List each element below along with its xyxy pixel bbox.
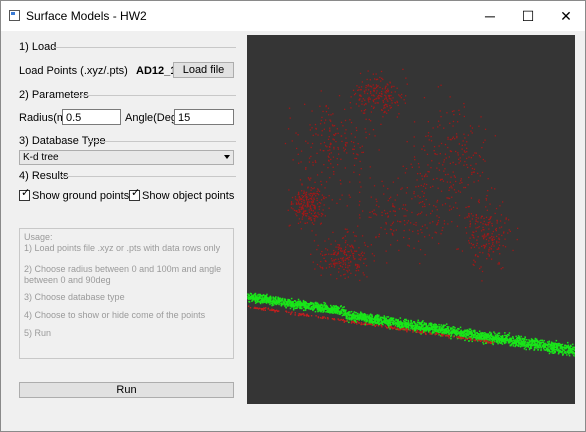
close-icon[interactable]: ✕ [547,1,585,31]
usage-line: between 0 and 90deg [24,275,111,285]
app-window: Surface Models - HW2 ─ ☐ ✕ 1) Load Load … [0,0,586,432]
database-type-value: K-d tree [23,152,59,163]
divider-database [88,141,236,142]
point-cloud-viewport[interactable] [247,35,575,404]
status-bar [1,405,585,431]
point-cloud-canvas[interactable] [247,35,575,404]
usage-line: 2) Choose radius between 0 and 100m and … [24,264,222,274]
show-ground-checkbox[interactable]: ✓ [19,187,31,201]
usage-line: 5) Run [24,328,52,338]
angle-field[interactable]: 15 [174,109,234,125]
divider-results [61,176,236,177]
show-object-checkbox[interactable]: ✓ [129,187,141,201]
title-bar: Surface Models - HW2 ─ ☐ ✕ [1,1,585,31]
loaded-filename: AD12_1 [136,65,177,77]
divider-parameters [74,95,236,96]
chevron-down-icon [224,155,230,159]
load-points-label: Load Points (.xyz/.pts) [19,65,128,77]
load-file-button[interactable]: Load file [173,62,234,78]
show-object-label: Show object points [142,190,235,202]
divider-load [53,47,236,48]
run-button[interactable]: Run [19,382,234,398]
checkmark-icon: ✓ [21,187,31,199]
section-title-load: 1) Load [19,41,57,53]
minimize-icon[interactable]: ─ [471,1,509,31]
window-title: Surface Models - HW2 [26,9,147,23]
control-panel: 1) Load Load Points (.xyz/.pts) AD12_1 L… [1,31,246,431]
usage-box: Usage: 1) Load points file .xyz or .pts … [19,228,234,359]
usage-line: 4) Choose to show or hide come of the po… [24,310,206,320]
radius-field[interactable]: 0.5 [62,109,121,125]
show-ground-label: Show ground points [32,190,130,202]
usage-line: 1) Load points file .xyz or .pts with da… [24,243,221,253]
database-type-select[interactable]: K-d tree [19,150,234,165]
maximize-icon[interactable]: ☐ [509,1,547,31]
checkmark-icon: ✓ [131,187,141,199]
app-icon [9,10,20,21]
usage-line: 3) Choose database type [24,292,125,302]
usage-line: Usage: [24,232,53,242]
